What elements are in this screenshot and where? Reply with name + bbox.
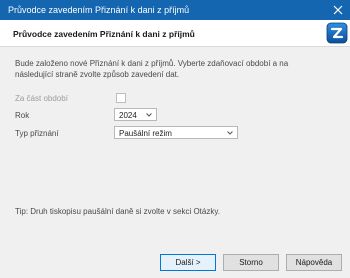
partial-period-checkbox[interactable] xyxy=(116,93,126,103)
close-icon xyxy=(333,5,343,15)
wizard-content: Bude založeno nové Přiznání k dani z pří… xyxy=(0,47,350,244)
wizard-footer: Další > Storno Nápověda xyxy=(0,244,350,278)
type-select[interactable]: Paušální režim xyxy=(114,126,238,139)
chevron-down-icon xyxy=(146,113,152,117)
window-title: Průvodce zavedením Přiznání k dani z pří… xyxy=(8,5,190,15)
year-select[interactable]: 2024 xyxy=(114,108,157,121)
z-logo-icon xyxy=(326,22,348,44)
type-label: Typ přiznání xyxy=(15,129,59,138)
tip-text: Tip: Druh tiskopisu paušální daně si zvo… xyxy=(15,207,220,216)
type-value: Paušální režim xyxy=(119,129,172,138)
help-button[interactable]: Nápověda xyxy=(286,254,342,271)
intro-text: Bude založeno nové Přiznání k dani z pří… xyxy=(15,59,289,79)
wizard-heading: Průvodce zavedením Přiznání k dani z pří… xyxy=(13,29,195,39)
title-bar: Průvodce zavedením Přiznání k dani z pří… xyxy=(0,0,350,20)
wizard-header: Průvodce zavedením Přiznání k dani z pří… xyxy=(0,20,350,46)
close-button[interactable] xyxy=(326,0,350,20)
partial-period-label: Za část období xyxy=(15,94,68,103)
cancel-button[interactable]: Storno xyxy=(223,254,279,271)
chevron-down-icon xyxy=(227,131,233,135)
year-label: Rok xyxy=(15,111,30,120)
next-button[interactable]: Další > xyxy=(160,254,216,271)
year-value: 2024 xyxy=(119,111,137,120)
